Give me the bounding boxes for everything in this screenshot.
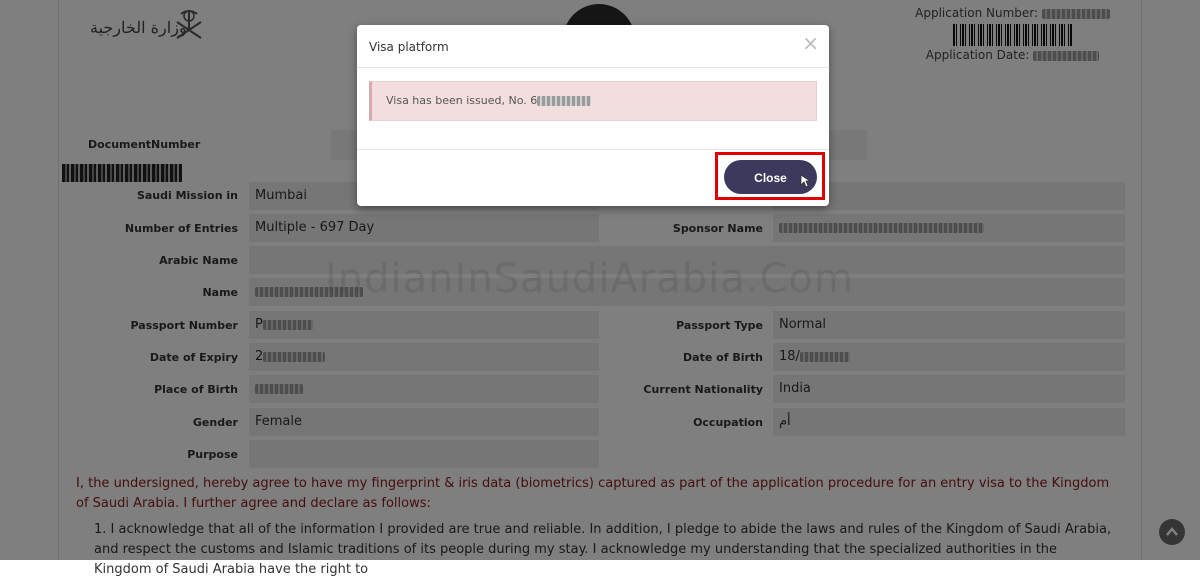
mouse-pointer-icon	[800, 174, 812, 188]
alert-message: Visa has been issued, No. 6	[386, 94, 538, 107]
close-icon[interactable]: ×	[802, 31, 819, 55]
visa-issued-alert: Visa has been issued, No. 6	[369, 81, 817, 121]
dialog-header-divider	[357, 67, 829, 68]
dialog-title: Visa platform	[369, 40, 449, 54]
dialog-footer-divider	[357, 149, 829, 150]
visa-number-value	[537, 96, 592, 106]
